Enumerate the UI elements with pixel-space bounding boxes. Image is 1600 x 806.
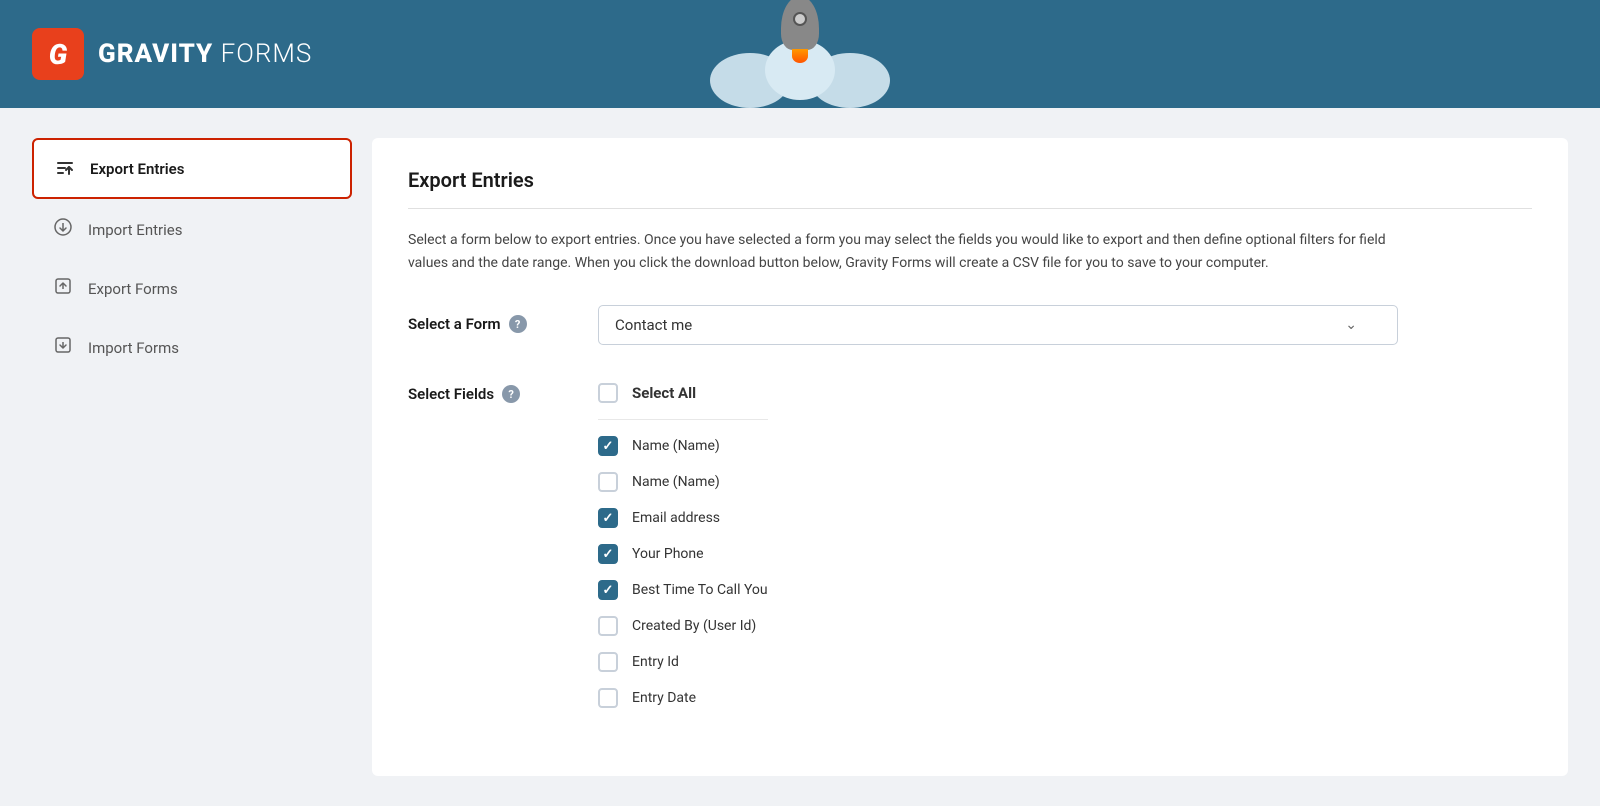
checkbox-label-created-by: Created By (User Id) [632,618,756,634]
checkbox-label-select-all: Select All [632,384,696,402]
logo-text: GRAVITY FORMS [98,39,312,69]
checkbox-entry-date[interactable] [598,688,618,708]
checkbox-label-email: Email address [632,510,720,526]
checkbox-label-phone: Your Phone [632,546,704,562]
checkbox-row-entry-date: Entry Date [598,680,768,716]
select-form-help-icon[interactable]: ? [509,315,527,333]
checkbox-row-name-1: Name (Name) [598,428,768,464]
description-text: Select a form below to export entries. O… [408,229,1388,275]
checkbox-entry-id[interactable] [598,652,618,672]
cloud-group [710,58,890,108]
checkbox-label-name-1: Name (Name) [632,438,720,454]
checkbox-row-entry-id: Entry Id [598,644,768,680]
logo-bold: GRAVITY [98,39,213,69]
checkbox-label-name-2: Name (Name) [632,474,720,490]
selected-form-value: Contact me [615,316,692,334]
export-entries-icon [54,156,76,181]
rocket-body [781,0,819,50]
import-forms-icon [52,335,74,360]
sidebar: Export Entries Import Entries Export [32,138,372,776]
fields-list: Select All Name (Name) Name (Name) Email… [598,375,768,716]
select-form-label: Select a Form ? [408,305,568,333]
checkbox-row-email: Email address [598,500,768,536]
form-select-dropdown[interactable]: Contact me ⌄ [598,305,1398,345]
checkbox-row-best-time: Best Time To Call You [598,572,768,608]
checkbox-row-created-by: Created By (User Id) [598,608,768,644]
checkbox-phone[interactable] [598,544,618,564]
checkbox-label-best-time: Best Time To Call You [632,582,768,598]
logo-area: G GRAVITY FORMS [32,28,312,80]
checkbox-row-name-2: Name (Name) [598,464,768,500]
header: G GRAVITY FORMS [0,0,1600,108]
checkbox-created-by[interactable] [598,616,618,636]
checkbox-email[interactable] [598,508,618,528]
checkbox-label-entry-date: Entry Date [632,690,696,706]
fields-divider [598,419,768,420]
sidebar-export-entries-label: Export Entries [90,160,184,178]
select-fields-help-icon[interactable]: ? [502,385,520,403]
export-forms-icon [52,276,74,301]
checkbox-row-phone: Your Phone [598,536,768,572]
sidebar-export-forms-label: Export Forms [88,280,178,298]
page-title: Export Entries [408,168,1532,209]
content-area: Export Entries Select a form below to ex… [372,138,1568,776]
rocket-flame [792,49,808,63]
logo-icon: G [32,28,84,80]
select-form-row: Select a Form ? Contact me ⌄ [408,305,1532,345]
checkbox-name-1[interactable] [598,436,618,456]
checkbox-select-all[interactable] [598,383,618,403]
checkbox-row-select-all: Select All [598,375,768,411]
sidebar-item-export-forms[interactable]: Export Forms [32,260,352,317]
select-fields-row: Select Fields ? Select All Name (Name) [408,375,1532,716]
checkbox-label-entry-id: Entry Id [632,654,679,670]
sidebar-item-import-forms[interactable]: Import Forms [32,319,352,376]
form-select-wrapper: Contact me ⌄ [598,305,1398,345]
rocket-illustration [710,0,890,108]
main-container: Export Entries Import Entries Export [0,108,1600,806]
logo-light: FORMS [213,39,312,69]
chevron-down-icon: ⌄ [1345,317,1357,333]
sidebar-item-export-entries[interactable]: Export Entries [32,138,352,199]
sidebar-import-forms-label: Import Forms [88,339,179,357]
checkbox-name-2[interactable] [598,472,618,492]
select-fields-label: Select Fields ? [408,375,568,403]
checkbox-best-time[interactable] [598,580,618,600]
sidebar-import-entries-label: Import Entries [88,221,182,239]
import-entries-icon [52,217,74,242]
rocket-window [793,12,807,26]
sidebar-item-import-entries[interactable]: Import Entries [32,201,352,258]
